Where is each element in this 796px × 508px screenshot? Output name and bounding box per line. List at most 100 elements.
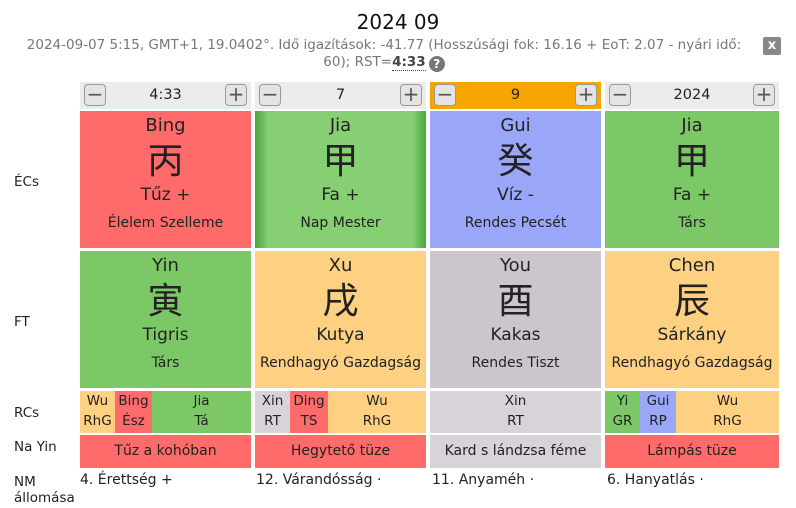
stem-hanzi: 甲 bbox=[322, 141, 359, 182]
hidden-stem-role: Tá bbox=[194, 413, 209, 429]
branch-hanzi: 戌 bbox=[322, 281, 359, 322]
stem-pinyin: Jia bbox=[329, 115, 352, 136]
hidden-stem-name: Xin bbox=[261, 393, 284, 409]
branch-animal: Kakas bbox=[490, 325, 541, 345]
branch-cell-year[interactable]: Chen 辰 Sárkány Rendhagyó Gazdagság bbox=[605, 251, 779, 388]
stem-pinyin: Bing bbox=[145, 115, 186, 136]
hidden-stem-role: RhG bbox=[83, 413, 112, 429]
branch-hanzi: 寅 bbox=[147, 281, 184, 322]
branch-animal: Sárkány bbox=[657, 325, 727, 345]
stem-element: Víz - bbox=[497, 185, 534, 205]
page-title: 2024 09 bbox=[356, 10, 440, 34]
stem-hanzi: 丙 bbox=[147, 141, 184, 182]
month-increment-button[interactable]: + bbox=[575, 84, 597, 106]
row-label-nm: NM állomása bbox=[14, 474, 75, 506]
nayin-cell-hour[interactable]: Tűz a kohóban bbox=[80, 435, 251, 468]
nayin-cell-day[interactable]: Hegytető tüze bbox=[255, 435, 426, 468]
hidden-stem-name: Bing bbox=[118, 393, 149, 409]
hidden-stem-name: Wu bbox=[716, 393, 739, 409]
branch-pinyin: Xu bbox=[328, 255, 353, 276]
day-increment-button[interactable]: + bbox=[400, 84, 422, 106]
stem-cell-day[interactable]: Jia 甲 Fa + Nap Mester bbox=[255, 111, 426, 248]
stem-cell-month[interactable]: Gui 癸 Víz - Rendes Pecsét bbox=[430, 111, 601, 248]
branch-role: Rendhagyó Gazdagság bbox=[611, 355, 773, 371]
stem-pinyin: Gui bbox=[500, 115, 531, 136]
stem-element: Fa + bbox=[672, 185, 712, 205]
hidden-stem-cell[interactable]: Xin RT bbox=[430, 391, 601, 433]
branch-cell-hour[interactable]: Yin 寅 Tigris Társ bbox=[80, 251, 251, 388]
stem-role: Társ bbox=[678, 215, 706, 231]
hidden-stem-name: Wu bbox=[366, 393, 388, 409]
hidden-stem-name: Xin bbox=[504, 393, 527, 409]
hidden-stem-role: RhG bbox=[362, 413, 392, 429]
hidden-stem-cell[interactable]: Jia Tá bbox=[152, 391, 251, 433]
branch-hanzi: 辰 bbox=[673, 281, 710, 322]
branch-role: Rendes Tiszt bbox=[471, 355, 560, 371]
stem-hanzi: 癸 bbox=[497, 141, 534, 182]
hidden-stem-role: TS bbox=[300, 413, 318, 429]
nm-stage-hour: 4. Érettség + bbox=[80, 472, 173, 488]
month-stepper: − 9 + bbox=[430, 82, 601, 109]
row-label-ft: FT bbox=[14, 314, 30, 330]
stem-hanzi: 甲 bbox=[673, 141, 710, 182]
branch-pinyin: You bbox=[499, 255, 532, 276]
branch-role: Rendhagyó Gazdagság bbox=[260, 355, 421, 371]
hidden-stem-name: Jia bbox=[193, 393, 210, 409]
branch-cell-month[interactable]: You 酉 Kakas Rendes Tiszt bbox=[430, 251, 601, 388]
hidden-stem-role: RP bbox=[649, 413, 667, 429]
hidden-stem-name: Wu bbox=[86, 393, 109, 409]
branch-cell-day[interactable]: Xu 戌 Kutya Rendhagyó Gazdagság bbox=[255, 251, 426, 388]
row-label-nayin: Na Yin bbox=[14, 439, 57, 455]
hidden-stem-role: RhG bbox=[713, 413, 742, 429]
nayin-cell-year[interactable]: Lámpás tüze bbox=[605, 435, 779, 468]
nayin-cell-month[interactable]: Kard s lándzsa féme bbox=[430, 435, 601, 468]
hidden-stem-cell[interactable]: Wu RhG bbox=[676, 391, 779, 433]
row-label-rcs: RCs bbox=[14, 405, 40, 421]
time-adjustment-info: 2024-09-07 5:15, GMT+1, 19.0402°. Idő ig… bbox=[14, 37, 754, 72]
hidden-stem-name: Gui bbox=[646, 393, 670, 409]
year-stepper: − 2024 + bbox=[605, 82, 779, 109]
rst-value[interactable]: 4:33 bbox=[392, 54, 426, 71]
year-value: 2024 bbox=[673, 87, 711, 103]
close-button[interactable]: x bbox=[763, 37, 781, 55]
nm-stage-month: 11. Anyaméh · bbox=[432, 472, 535, 488]
branch-pinyin: Yin bbox=[152, 255, 179, 276]
stem-cell-hour[interactable]: Bing 丙 Tűz + Élelem Szelleme bbox=[80, 111, 251, 248]
stem-role: Nap Mester bbox=[300, 215, 381, 231]
hidden-stem-name: Yi bbox=[616, 393, 629, 409]
day-value: 7 bbox=[335, 87, 346, 103]
help-icon[interactable]: ? bbox=[428, 56, 445, 72]
hidden-stem-role: RT bbox=[507, 413, 524, 429]
hour-decrement-button[interactable]: − bbox=[84, 84, 106, 106]
hidden-stem-role: RT bbox=[264, 413, 281, 429]
hidden-stem-cell[interactable]: Wu RhG bbox=[328, 391, 426, 433]
hidden-stem-cell[interactable]: Bing Ész bbox=[115, 391, 152, 433]
nm-stage-year: 6. Hanyatlás · bbox=[607, 472, 704, 488]
branch-pinyin: Chen bbox=[668, 255, 716, 276]
branch-role: Társ bbox=[151, 355, 180, 371]
stem-element: Tűz + bbox=[140, 185, 191, 205]
day-decrement-button[interactable]: − bbox=[259, 84, 281, 106]
hour-increment-button[interactable]: + bbox=[225, 84, 247, 106]
subtitle-text: 2024-09-07 5:15, GMT+1, 19.0402°. Idő ig… bbox=[26, 37, 742, 70]
branch-animal: Kutya bbox=[316, 325, 365, 345]
stem-cell-year[interactable]: Jia 甲 Fa + Társ bbox=[605, 111, 779, 248]
month-value: 9 bbox=[510, 87, 521, 103]
month-decrement-button[interactable]: − bbox=[434, 84, 456, 106]
hidden-stem-cell[interactable]: Xin RT bbox=[255, 391, 290, 433]
hidden-stem-cell[interactable]: Yi GR bbox=[605, 391, 640, 433]
hidden-stem-cell[interactable]: Gui RP bbox=[640, 391, 676, 433]
hidden-stem-name: Ding bbox=[293, 393, 325, 409]
branch-animal: Tigris bbox=[142, 325, 189, 345]
nm-stage-day: 12. Várandósság · bbox=[256, 472, 382, 488]
stem-element: Fa + bbox=[321, 185, 360, 205]
day-stepper: − 7 + bbox=[255, 82, 426, 109]
year-decrement-button[interactable]: − bbox=[609, 84, 631, 106]
hidden-stem-role: GR bbox=[612, 413, 633, 429]
hour-stepper: − 4:33 + bbox=[80, 82, 251, 109]
year-increment-button[interactable]: + bbox=[753, 84, 775, 106]
hidden-stem-cell[interactable]: Wu RhG bbox=[80, 391, 115, 433]
hidden-stem-cell[interactable]: Ding TS bbox=[290, 391, 328, 433]
row-label-ecs: ÉCs bbox=[14, 174, 39, 190]
hour-value: 4:33 bbox=[149, 87, 182, 103]
